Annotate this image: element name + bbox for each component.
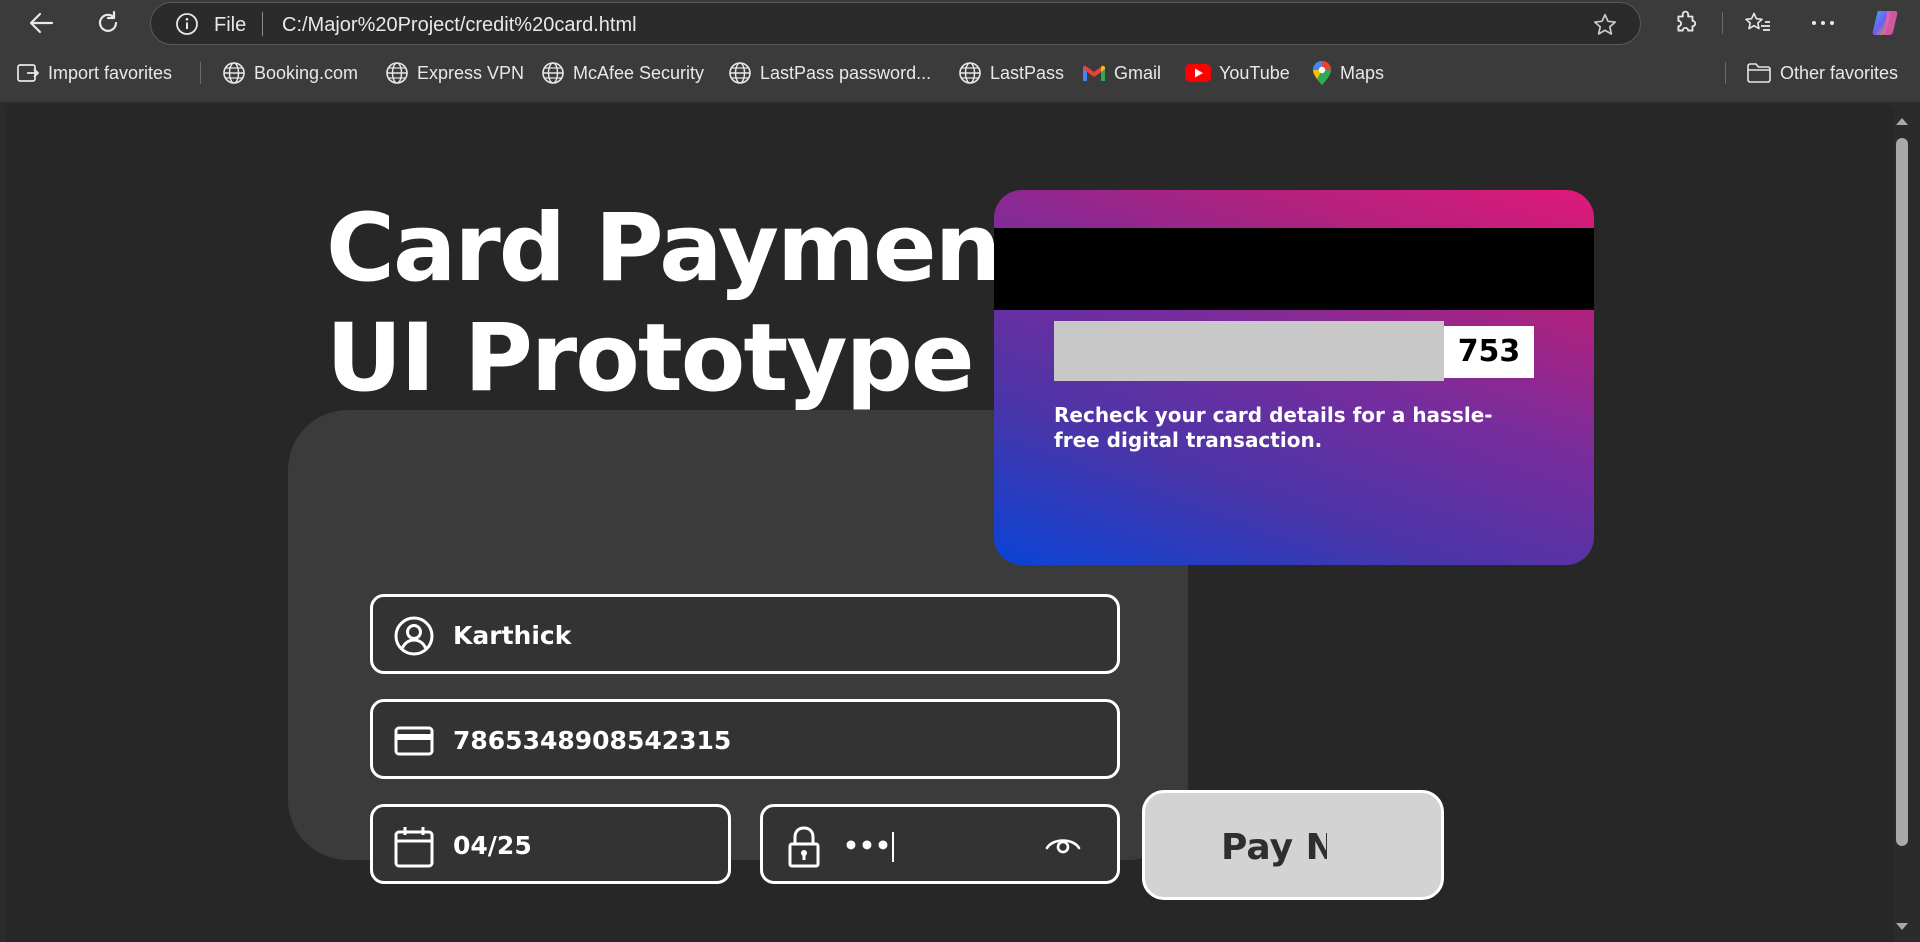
favorite-star-icon[interactable] [1592, 12, 1618, 38]
back-button[interactable] [24, 7, 58, 39]
favorites-button[interactable] [1741, 7, 1775, 39]
other-favorites-label: Other favorites [1780, 62, 1899, 83]
page-title: Card Payment UI Prototype [326, 194, 1045, 414]
address-bar[interactable]: File C:/Major%20Project/credit%20card.ht… [150, 2, 1641, 45]
cvv-masked-value: ••• [843, 831, 894, 862]
cvv-field[interactable]: ••• [760, 804, 1120, 884]
card-number-value: 7865348908542315 [453, 726, 732, 755]
favorite-booking[interactable]: Booking.com [222, 60, 358, 86]
favorite-import[interactable]: Import favorites [16, 60, 172, 86]
refresh-button[interactable] [91, 7, 125, 39]
favorite-mcafee[interactable]: McAfee Security [541, 60, 704, 86]
globe-icon [223, 62, 245, 84]
favorite-gmail[interactable]: Gmail [1082, 60, 1161, 86]
favorites-list-icon [1745, 12, 1770, 31]
credit-card-icon [394, 726, 434, 756]
pay-now-button[interactable]: Pay Now [1142, 790, 1444, 900]
other-favorites[interactable]: Other favorites [1746, 60, 1898, 86]
favorite-label: Maps [1340, 62, 1385, 83]
favorite-label: Import favorites [48, 62, 173, 83]
extensions-button[interactable] [1669, 7, 1703, 39]
puzzle-icon [1677, 10, 1697, 32]
eye-icon[interactable] [1045, 833, 1081, 857]
card-number-field[interactable]: 7865348908542315 [370, 699, 1120, 779]
title-line-2: UI Prototype [326, 304, 975, 413]
text-cursor [891, 832, 894, 862]
cvv-masked-text: ••• [843, 831, 891, 860]
pay-button-label-clip: Pay Now [1145, 793, 1327, 897]
scrollbar-thumb[interactable] [1896, 138, 1908, 846]
favorite-maps[interactable]: Maps [1312, 60, 1384, 86]
favorite-lastpass-password[interactable]: LastPass password... [728, 60, 931, 86]
globe-icon [959, 62, 981, 84]
youtube-icon [1185, 64, 1211, 82]
pay-button-label: Pay Now [1221, 827, 1327, 868]
favorites-divider [200, 62, 201, 84]
expiry-field[interactable]: 04/25 [370, 804, 731, 884]
calendar-icon [394, 827, 434, 868]
favorite-label: LastPass [990, 62, 1065, 83]
copilot-icon [1872, 11, 1898, 35]
favorite-label: YouTube [1219, 62, 1290, 83]
favorites-bar: Import favorites Booking.com Express VPN… [0, 46, 1920, 102]
favorite-label: McAfee Security [573, 62, 705, 83]
favorites-divider [1725, 62, 1726, 84]
import-icon [17, 64, 40, 82]
user-icon [394, 616, 434, 656]
favorite-label: Gmail [1114, 62, 1162, 83]
refresh-icon [98, 10, 118, 32]
maps-icon [1313, 61, 1331, 85]
favorite-label: Booking.com [254, 62, 359, 83]
toolbar-divider [1722, 12, 1723, 34]
globe-icon [542, 62, 564, 84]
magnetic-stripe [994, 228, 1594, 310]
favorite-label: LastPass password... [760, 62, 932, 83]
lock-icon [788, 826, 820, 868]
name-field[interactable]: Karthick [370, 594, 1120, 674]
favorite-label: Express VPN [417, 62, 525, 83]
address-url[interactable]: C:/Major%20Project/credit%20card.html [282, 14, 637, 37]
expiry-value: 04/25 [453, 831, 532, 860]
copilot-button[interactable] [1868, 7, 1902, 39]
globe-icon [729, 62, 751, 84]
info-icon[interactable] [175, 12, 199, 36]
card-message: Recheck your card details for a hassle-f… [1054, 403, 1493, 452]
scroll-up-arrow-icon[interactable] [1895, 116, 1909, 126]
address-prefix: File [214, 14, 247, 36]
more-icon [1812, 21, 1834, 25]
credit-card-back: 753 Recheck your card details for a hass… [994, 190, 1594, 565]
more-menu-button[interactable] [1806, 7, 1840, 39]
title-line-1: Card Payment [326, 194, 1045, 303]
folder-icon [1747, 63, 1771, 83]
favorite-youtube[interactable]: YouTube [1185, 60, 1290, 86]
favorite-lastpass[interactable]: LastPass [958, 60, 1064, 86]
back-arrow-icon [29, 12, 54, 34]
globe-icon [386, 62, 408, 84]
scroll-down-arrow-icon[interactable] [1895, 922, 1909, 932]
browser-toolbar: File C:/Major%20Project/credit%20card.ht… [0, 0, 1920, 46]
address-separator [262, 12, 263, 36]
favorite-express-vpn[interactable]: Express VPN [385, 60, 524, 86]
gmail-icon [1083, 65, 1105, 81]
card-cvv: 753 [1444, 326, 1534, 378]
page-viewport: Karthick 7865348908542315 04/25 ••• Card… [6, 104, 1894, 942]
signature-strip [1054, 321, 1444, 381]
name-value: Karthick [453, 621, 572, 650]
